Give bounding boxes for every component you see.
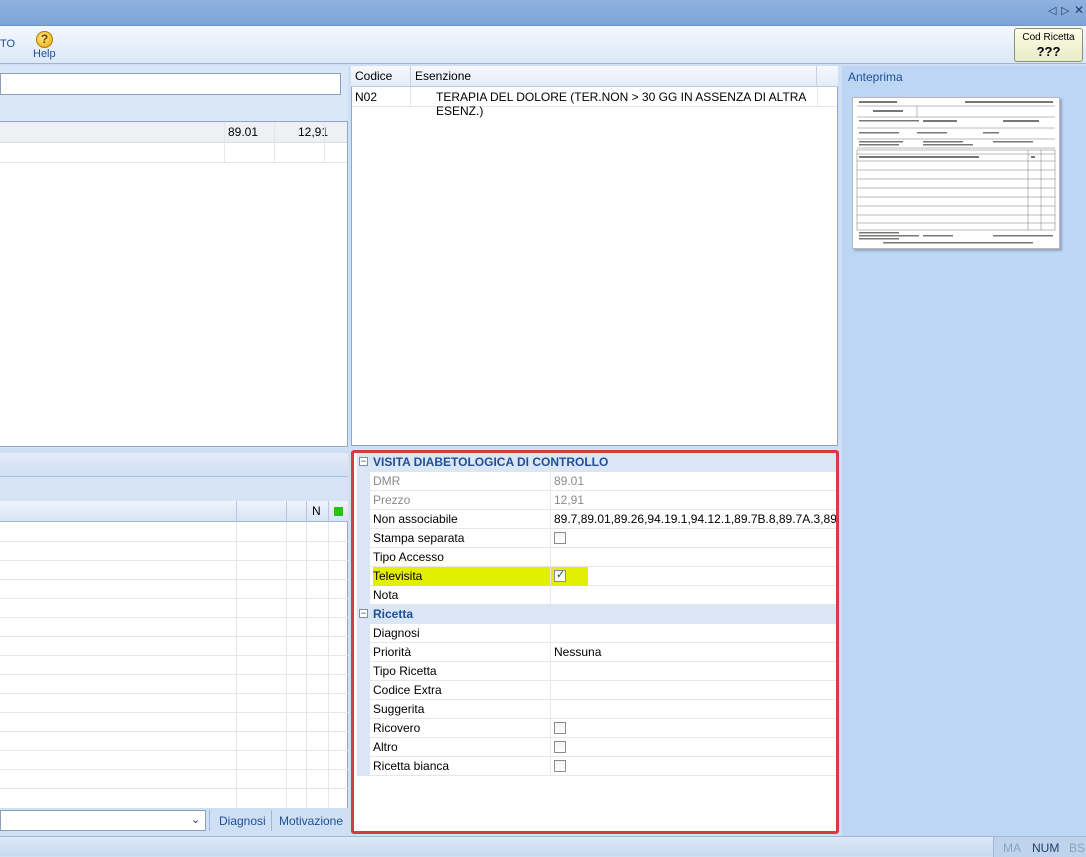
chevron-down-icon[interactable]: ⌄ bbox=[191, 813, 200, 826]
status-ma: MA bbox=[1003, 841, 1021, 855]
left-bottom-subbar bbox=[0, 477, 348, 501]
collapse-icon[interactable]: − bbox=[359, 457, 368, 466]
procedures-grid: 89.01 12,91 bbox=[0, 121, 348, 447]
column-header-codice[interactable]: Codice bbox=[355, 69, 392, 83]
prop-row-diagnosi[interactable]: Diagnosi bbox=[357, 624, 836, 643]
list-header: N bbox=[0, 501, 348, 522]
ribbon-partial-button[interactable]: TO bbox=[0, 38, 15, 50]
prop-row-priorita[interactable]: Priorità Nessuna bbox=[357, 643, 836, 662]
prop-nota-label: Nota bbox=[373, 588, 399, 602]
list-rows bbox=[0, 522, 348, 808]
cod-ricetta-button[interactable]: Cod Ricetta ??? bbox=[1014, 28, 1083, 62]
cod-ricetta-value: ??? bbox=[1036, 44, 1061, 59]
category-visita-label: VISITA DIABETOLOGICA DI CONTROLLO bbox=[373, 455, 609, 469]
header-n: N bbox=[312, 504, 321, 518]
table-row[interactable]: N02 TERAPIA DEL DOLORE (TER.NON > 30 GG … bbox=[352, 87, 837, 118]
prop-tipo-ricetta-label: Tipo Ricetta bbox=[373, 664, 437, 678]
prop-non-associabile-label: Non associabile bbox=[373, 512, 458, 526]
prop-non-associabile-value: 89.7,89.01,89.26,94.19.1,94.12.1,89.7B.8… bbox=[554, 512, 836, 526]
help-button[interactable]: Help bbox=[33, 48, 56, 60]
prop-priorita-value: Nessuna bbox=[554, 645, 602, 659]
title-bar: ◁ ▷ ✕ bbox=[0, 0, 1086, 26]
left-bottom-toolbar bbox=[0, 453, 348, 477]
exemptions-grid bbox=[351, 66, 838, 446]
tab-motivazione[interactable]: Motivazione bbox=[279, 811, 343, 831]
ricovero-checkbox[interactable] bbox=[554, 722, 566, 734]
exemption-code: N02 bbox=[355, 90, 378, 104]
prop-codice-extra-label: Codice Extra bbox=[373, 683, 442, 697]
status-bs: BS bbox=[1069, 841, 1086, 855]
help-icon[interactable]: ? bbox=[36, 31, 53, 48]
prop-prezzo-label: Prezzo bbox=[373, 493, 411, 507]
stampa-separata-checkbox[interactable] bbox=[554, 532, 566, 544]
altro-checkbox[interactable] bbox=[554, 741, 566, 753]
prop-prezzo-value: 12,91 bbox=[554, 493, 585, 507]
prescription-preview-thumbnail[interactable] bbox=[852, 97, 1060, 249]
prop-suggerita-label: Suggerita bbox=[373, 702, 425, 716]
prop-ricovero-label: Ricovero bbox=[373, 721, 421, 735]
status-square-icon bbox=[334, 507, 343, 516]
diagnosis-combo[interactable]: ⌄ bbox=[0, 810, 206, 831]
prop-row-dmr[interactable]: DMR 89.01 bbox=[357, 472, 836, 491]
prop-stampa-separata-label: Stampa separata bbox=[373, 531, 465, 545]
prop-row-codice-extra[interactable]: Codice Extra bbox=[357, 681, 836, 700]
prop-row-tipo-ricetta[interactable]: Tipo Ricetta bbox=[357, 662, 836, 681]
prop-row-nota[interactable]: Nota bbox=[357, 586, 836, 605]
status-bar: MA NUM BS bbox=[0, 836, 1086, 857]
column-header-esenzione[interactable]: Esenzione bbox=[415, 69, 471, 83]
nav-prev-icon[interactable]: ◁ bbox=[1048, 4, 1056, 17]
table-row[interactable]: 89.01 12,91 bbox=[0, 122, 347, 143]
table-row[interactable] bbox=[0, 143, 347, 163]
prescription-form-image bbox=[856, 101, 1056, 244]
prop-priorita-label: Priorità bbox=[373, 645, 412, 659]
prop-row-non-associabile[interactable]: Non associabile 89.7,89.01,89.26,94.19.1… bbox=[357, 510, 836, 529]
preview-title: Anteprima bbox=[848, 70, 903, 84]
prop-altro-label: Altro bbox=[373, 740, 398, 754]
prop-tipo-accesso-label: Tipo Accesso bbox=[373, 550, 444, 564]
category-ricetta-label: Ricetta bbox=[373, 607, 414, 621]
prop-ricetta-bianca-label: Ricetta bianca bbox=[373, 759, 450, 773]
property-grid: − VISITA DIABETOLOGICA DI CONTROLLO DMR … bbox=[351, 450, 839, 834]
prop-row-ricovero[interactable]: Ricovero bbox=[357, 719, 836, 738]
row-code: 89.01 bbox=[228, 125, 259, 139]
nav-next-icon[interactable]: ▷ bbox=[1061, 4, 1069, 17]
ricetta-bianca-checkbox[interactable] bbox=[554, 760, 566, 772]
prop-dmr-label: DMR bbox=[373, 474, 401, 488]
exemptions-header: Codice Esenzione bbox=[351, 66, 838, 87]
tab-diagnosi[interactable]: Diagnosi bbox=[219, 811, 266, 831]
collapse-icon[interactable]: − bbox=[359, 609, 368, 618]
cod-ricetta-label: Cod Ricetta bbox=[1022, 32, 1075, 43]
prop-row-ricetta-bianca[interactable]: Ricetta bianca bbox=[357, 757, 836, 776]
prop-row-televisita[interactable]: Televisita bbox=[357, 567, 836, 586]
prop-row-tipo-accesso[interactable]: Tipo Accesso bbox=[357, 548, 836, 567]
exemption-desc: TERAPIA DEL DOLORE (TER.NON > 30 GG IN A… bbox=[436, 90, 806, 118]
category-ricetta[interactable]: − Ricetta bbox=[357, 605, 836, 624]
status-num: NUM bbox=[1032, 841, 1060, 855]
televisita-checkbox[interactable] bbox=[554, 568, 566, 582]
close-icon[interactable]: ✕ bbox=[1074, 3, 1084, 17]
prop-row-suggerita[interactable]: Suggerita bbox=[357, 700, 836, 719]
prop-televisita-label: Televisita bbox=[373, 569, 423, 583]
prop-diagnosi-label: Diagnosi bbox=[373, 626, 420, 640]
prop-row-prezzo[interactable]: Prezzo 12,91 bbox=[357, 491, 836, 510]
prop-dmr-value: 89.01 bbox=[554, 474, 585, 488]
prop-row-stampa-separata[interactable]: Stampa separata bbox=[357, 529, 836, 548]
category-visita[interactable]: − VISITA DIABETOLOGICA DI CONTROLLO bbox=[357, 453, 836, 472]
ribbon: TO ? Help bbox=[0, 26, 1086, 64]
search-input[interactable] bbox=[0, 73, 341, 95]
prop-row-altro[interactable]: Altro bbox=[357, 738, 836, 757]
